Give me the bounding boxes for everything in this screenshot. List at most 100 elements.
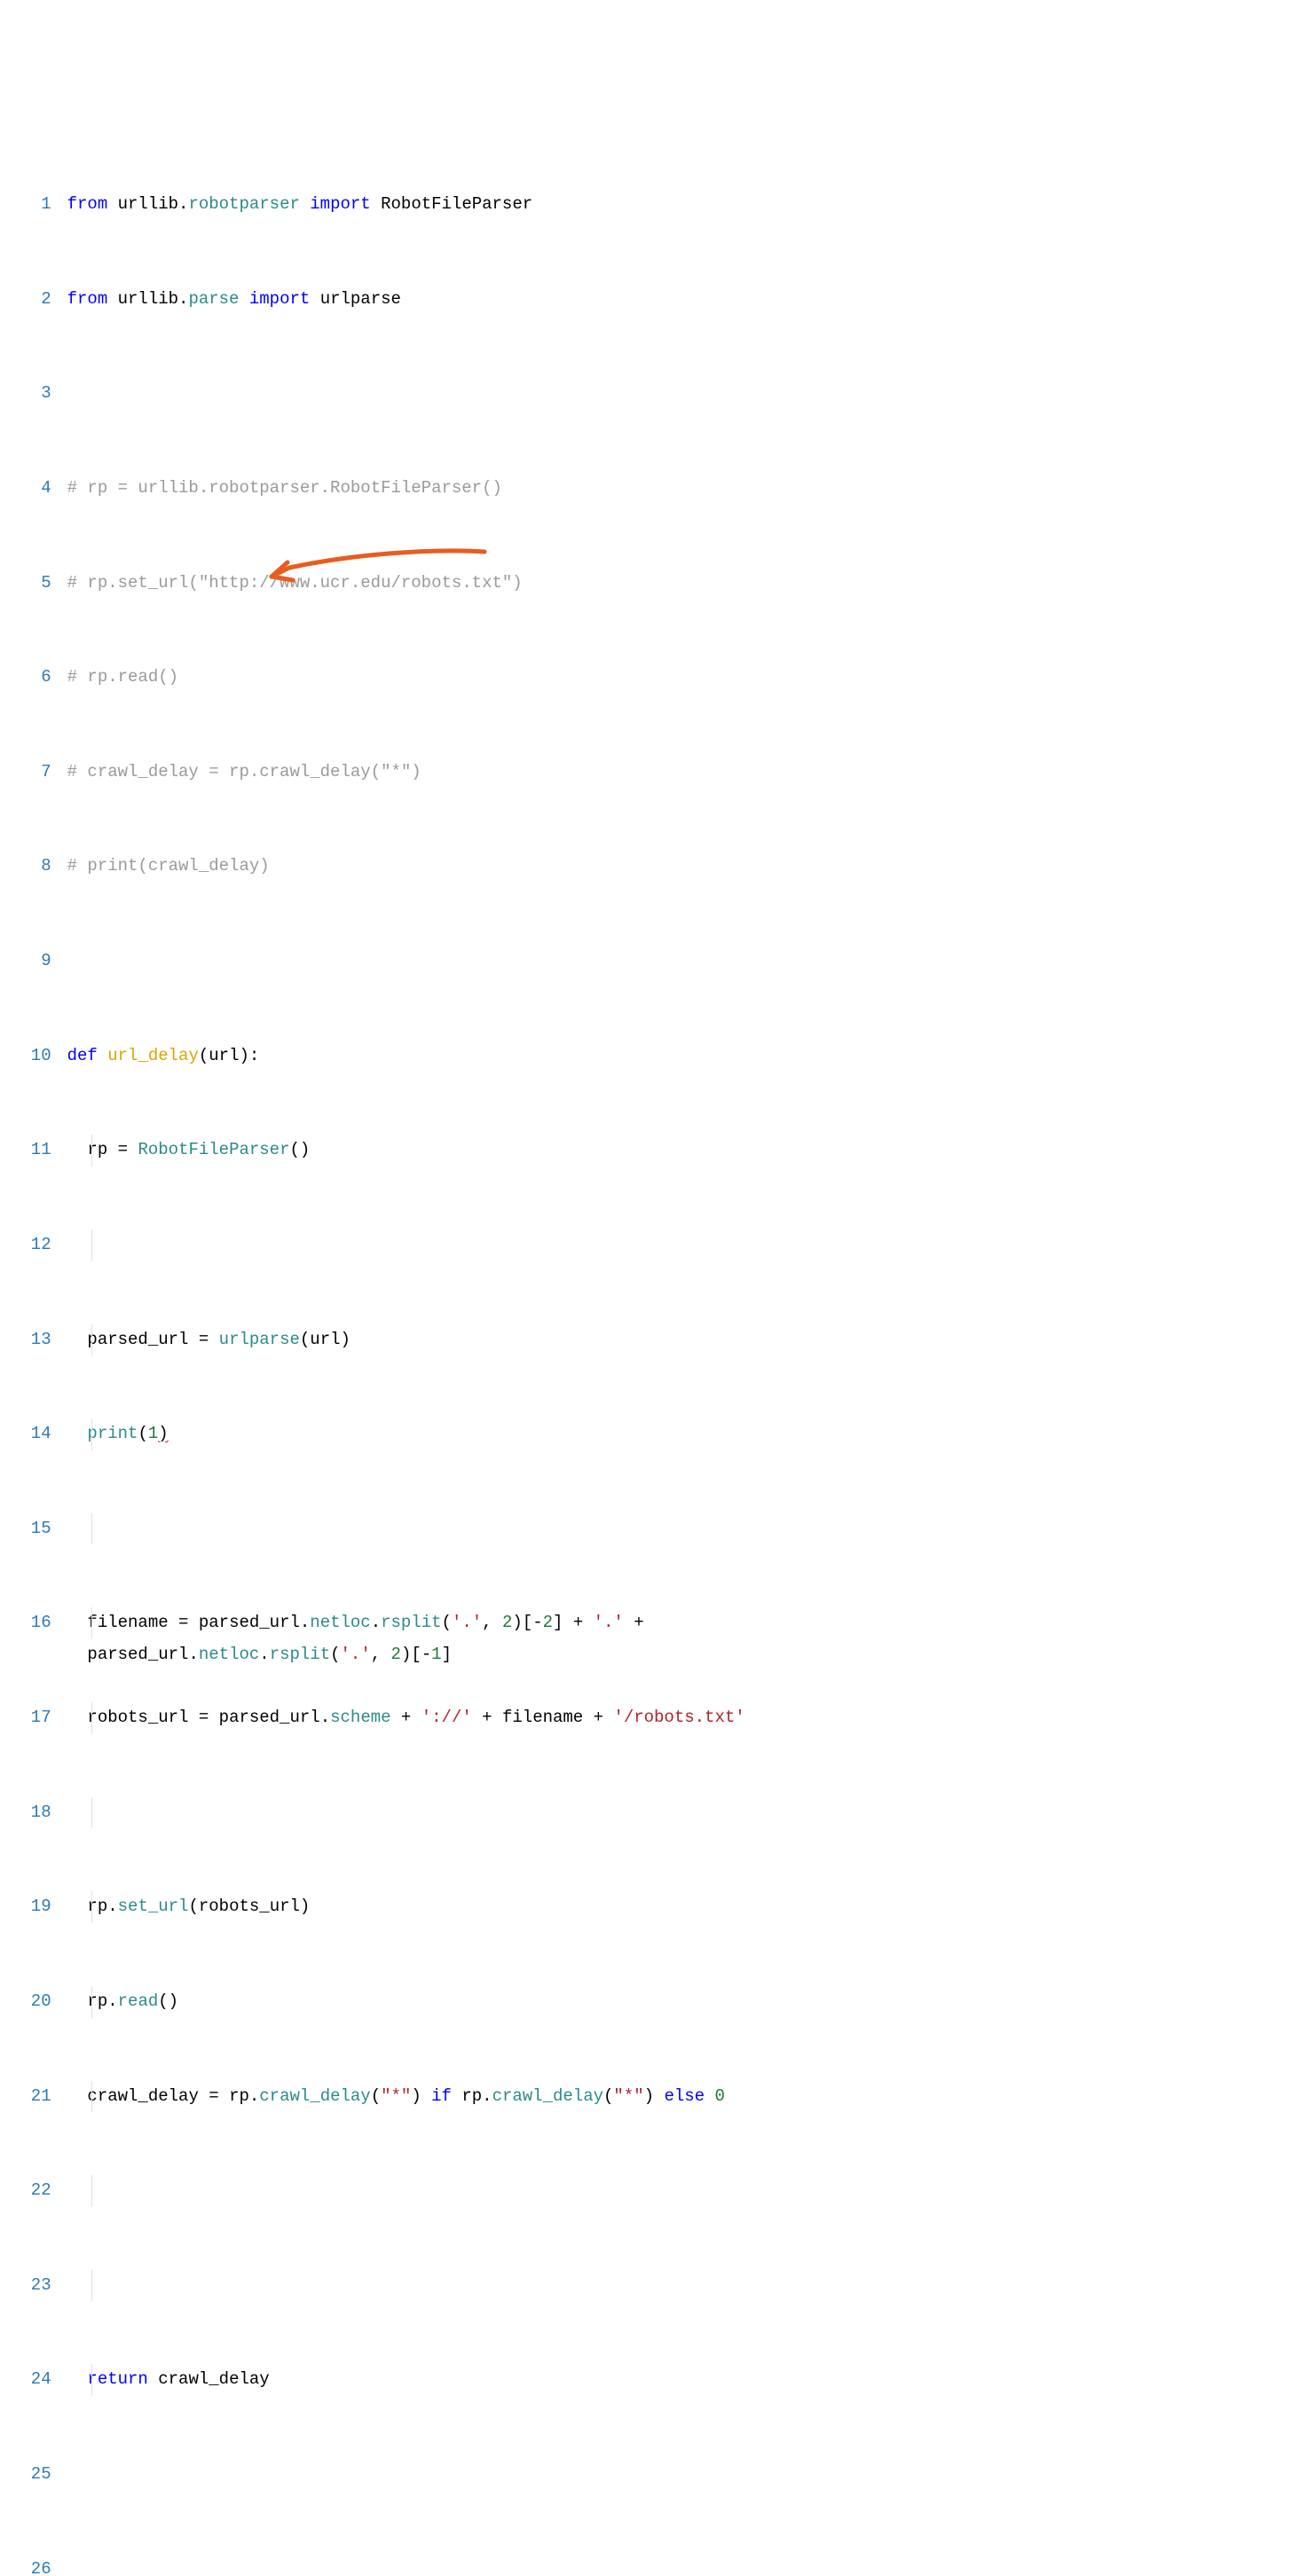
keyword-from: from <box>67 289 108 309</box>
warning-squiggle: ) <box>158 1424 168 1443</box>
space <box>148 2369 158 2389</box>
line-number: 2 <box>11 284 51 316</box>
method: read <box>118 1991 159 2011</box>
code-line[interactable]: return crawl_delay <box>67 2364 1300 2396</box>
code-line[interactable]: rp = RobotFileParser() <box>67 1135 1300 1166</box>
code-line[interactable] <box>67 2270 1300 2302</box>
number-literal: 2 <box>543 1613 553 1632</box>
line-number: 15 <box>11 1513 51 1545</box>
params: (url): <box>199 1046 259 1065</box>
code-line[interactable]: filename = parsed_url.netloc.rsplit('.',… <box>67 1607 1300 1639</box>
code-line[interactable] <box>67 1797 1300 1829</box>
code-area[interactable]: from urllib. robotparser import RobotFile… <box>67 126 1300 2576</box>
code-line[interactable]: rp.read() <box>67 1986 1300 2018</box>
line-number: 3 <box>11 378 51 410</box>
variable: crawl_delay <box>87 2086 198 2106</box>
line-number: 1 <box>11 189 51 221</box>
attribute: scheme <box>330 1708 390 1727</box>
keyword-if: if <box>431 2086 452 2106</box>
bracket: ] <box>442 1645 452 1664</box>
line-number: 4 <box>11 473 51 505</box>
code-line[interactable]: from urllib.robotparser import RobotFile… <box>67 189 1300 221</box>
imported-name: RobotFileParser <box>381 194 532 214</box>
paren: ( <box>371 2086 381 2106</box>
keyword-import: import <box>249 289 310 309</box>
comment: # crawl_delay = rp.crawl_delay("*") <box>67 762 422 781</box>
parens: () <box>158 1991 178 2011</box>
dot: . <box>107 1897 117 1916</box>
line-number: 6 <box>11 662 51 694</box>
indent-guide <box>91 1797 92 1829</box>
dot: . <box>178 289 188 309</box>
paren: ( <box>330 1645 340 1664</box>
module-name: urllib <box>118 194 178 214</box>
paren: ( <box>138 1424 147 1443</box>
imported-name: urlparse <box>320 289 401 309</box>
operator: = <box>188 1708 218 1727</box>
code-line[interactable]: from urllib.parse import urlparse <box>67 284 1300 316</box>
code-editor[interactable]: 1 2 3 4 5 6 7 8 9 10 11 12 13 14 15 16 1… <box>0 126 1300 2576</box>
line-number: 19 <box>11 1891 51 1923</box>
code-line[interactable]: # rp = urllib.robotparser.RobotFileParse… <box>67 473 1300 505</box>
code-line[interactable] <box>67 946 1300 978</box>
paren: ) <box>300 1897 310 1916</box>
number-literal: 1 <box>431 1645 441 1664</box>
code-line[interactable]: robots_url = parsed_url.scheme + '://' +… <box>67 1702 1300 1734</box>
space <box>705 2086 714 2106</box>
keyword-def: def <box>67 1046 98 1065</box>
method: rsplit <box>270 1645 330 1664</box>
number-literal: 1 <box>148 1424 158 1443</box>
submodule-name: parse <box>188 289 239 309</box>
line-number: 12 <box>11 1229 51 1261</box>
keyword-else: else <box>664 2086 705 2106</box>
code-line[interactable]: # print(crawl_delay) <box>67 851 1300 883</box>
code-line[interactable]: print(1) <box>67 1418 1300 1450</box>
comment: # rp.set_url("http://www.ucr.edu/robots.… <box>67 573 523 593</box>
comment: # rp.read() <box>67 667 178 687</box>
string-literal: "*" <box>381 2086 411 2106</box>
argument: url <box>310 1330 340 1349</box>
dot: . <box>107 1991 117 2011</box>
code-line[interactable]: parsed_url = urlparse(url) <box>67 1324 1300 1356</box>
object: rp <box>87 1897 107 1916</box>
variable: rp <box>87 1140 107 1159</box>
string-literal: '.' <box>341 1645 371 1664</box>
code-line[interactable]: def url_delay(url): <box>67 1041 1300 1072</box>
keyword-import: import <box>310 194 370 214</box>
dot: . <box>249 2086 259 2106</box>
operator: = <box>169 1613 199 1632</box>
code-line[interactable]: crawl_delay = rp.crawl_delay("*") if rp.… <box>67 2081 1300 2113</box>
operator: + <box>391 1708 422 1727</box>
code-line[interactable] <box>67 378 1300 410</box>
parens: () <box>289 1140 310 1159</box>
line-number: 16 <box>11 1607 51 1639</box>
line-number: 7 <box>11 757 51 789</box>
indent-guide <box>91 2175 92 2207</box>
code-line[interactable] <box>67 1229 1300 1261</box>
attribute: netloc <box>310 1613 370 1632</box>
code-line[interactable]: # crawl_delay = rp.crawl_delay("*") <box>67 757 1300 789</box>
comma: , <box>371 1645 391 1664</box>
code-line[interactable] <box>67 2554 1300 2576</box>
indent-guide <box>91 1229 92 1261</box>
code-line[interactable] <box>67 2459 1300 2491</box>
code-line[interactable]: # rp.set_url("http://www.ucr.edu/robots.… <box>67 568 1300 600</box>
object: rp <box>461 2086 482 2106</box>
code-line[interactable] <box>67 2175 1300 2207</box>
code-line[interactable]: # rp.read() <box>67 662 1300 694</box>
indent-guide <box>91 1513 92 1545</box>
operator: = <box>199 2086 229 2106</box>
space <box>452 2086 461 2106</box>
keyword-from: from <box>67 194 108 214</box>
comment: # rp = urllib.robotparser.RobotFileParse… <box>67 478 502 498</box>
keyword-return: return <box>87 2369 147 2389</box>
dot: . <box>259 1645 269 1664</box>
submodule-name: robotparser <box>188 194 299 214</box>
bracket: )[- <box>512 1613 542 1632</box>
string-literal: "*" <box>613 2086 643 2106</box>
operator: + <box>624 1613 654 1632</box>
method: rsplit <box>381 1613 441 1632</box>
line-number: 18 <box>11 1797 51 1829</box>
code-line[interactable]: rp.set_url(robots_url) <box>67 1891 1300 1923</box>
code-line[interactable] <box>67 1513 1300 1545</box>
